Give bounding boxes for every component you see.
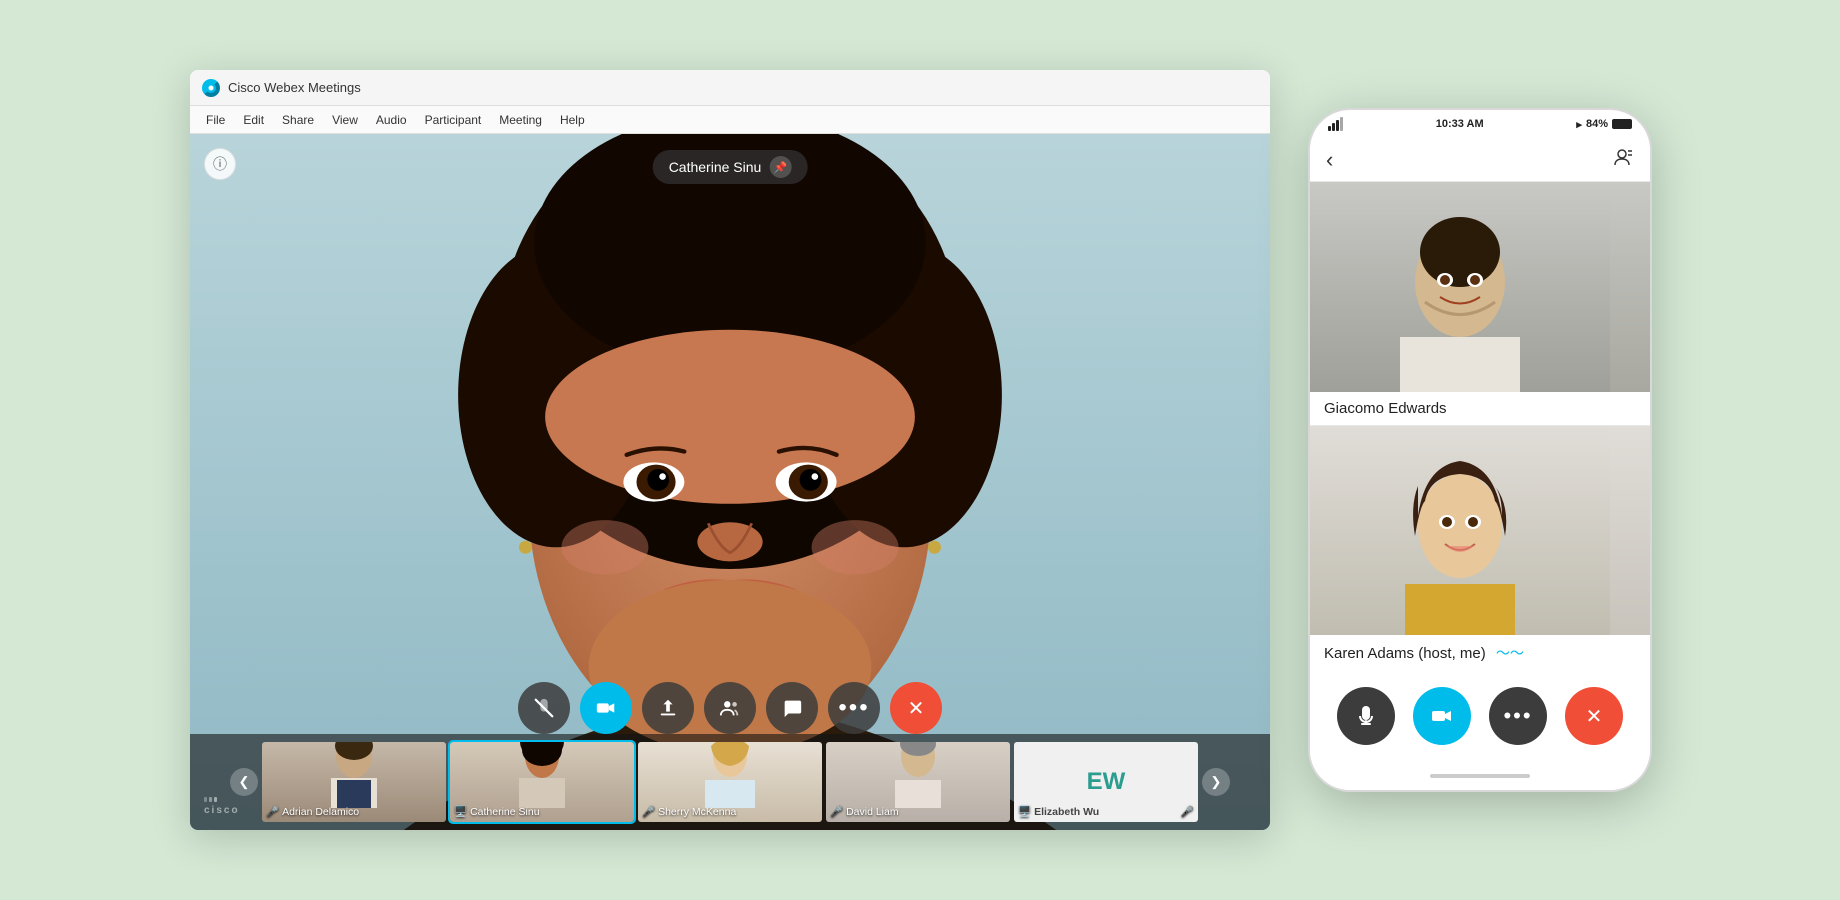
info-button[interactable]: ⓘ <box>204 148 236 180</box>
elizabeth-initials: EW <box>1087 768 1126 796</box>
phone-name-karen: Karen Adams (host, me) 〜〜 <box>1310 635 1650 671</box>
mute-button[interactable] <box>518 682 570 734</box>
battery-icon <box>1612 119 1632 129</box>
phone-content: Giacomo Edwards <box>1310 182 1650 762</box>
menu-view[interactable]: View <box>324 109 366 131</box>
phone-nav-bar: ‹ <box>1310 138 1650 182</box>
control-bar: ••• ✕ <box>518 682 942 734</box>
menu-file[interactable]: File <box>198 109 233 131</box>
phone-controls: ••• ✕ <box>1310 671 1650 761</box>
menu-edit[interactable]: Edit <box>235 109 272 131</box>
mic-icon-david: 🎤 <box>830 805 843 818</box>
video-button[interactable] <box>580 682 632 734</box>
svg-text:cisco: cisco <box>204 805 240 816</box>
mic-icon-adrian: 🎤 <box>266 805 279 818</box>
menu-bar: File Edit Share View Audio Participant M… <box>190 106 1270 134</box>
participant-name-elizabeth: 🖥️ Elizabeth Wu 🎤 <box>1018 805 1194 818</box>
participant-thumb-adrian[interactable]: 🎤 Adrian Delamico <box>262 742 446 822</box>
main-scene: Cisco Webex Meetings File Edit Share Vie… <box>190 70 1650 830</box>
phone-mute-button[interactable] <box>1337 687 1395 745</box>
meeting-area: ⓘ Catherine Sinu 📌 <box>190 134 1270 830</box>
phone-video-button[interactable] <box>1413 687 1471 745</box>
participants-strip: ❮ 🎤 Adrian Delamico <box>190 734 1270 830</box>
participant-thumb-david[interactable]: 🎤 David Liam <box>826 742 1010 822</box>
screen-icon-catherine: 🖥️ <box>454 805 467 818</box>
battery-level: 84% <box>1586 118 1608 130</box>
participant-thumb-sherry[interactable]: 🎤 Sherry McKenna <box>638 742 822 822</box>
end-call-button[interactable]: ✕ <box>890 682 942 734</box>
phone-end-button[interactable]: ✕ <box>1565 687 1623 745</box>
participant-name-david: 🎤 David Liam <box>830 805 1006 818</box>
status-time: 10:33 AM <box>1436 118 1484 130</box>
mobile-phone: 10:33 AM ▸ 84% ‹ <box>1310 110 1650 790</box>
menu-participant[interactable]: Participant <box>417 109 490 131</box>
participant-thumb-elizabeth[interactable]: EW 🖥️ Elizabeth Wu 🎤 <box>1014 742 1198 822</box>
status-right: ▸ 84% <box>1576 118 1632 131</box>
menu-audio[interactable]: Audio <box>368 109 415 131</box>
phone-video-karen <box>1310 425 1650 635</box>
participant-name-adrian: 🎤 Adrian Delamico <box>266 805 442 818</box>
mic-icon-sherry: 🎤 <box>642 805 655 818</box>
participant-thumb-catherine[interactable]: 🖥️ Catherine Sinu <box>450 742 634 822</box>
mic-muted-elizabeth: 🎤 <box>1181 805 1194 818</box>
phone-home-bar <box>1310 762 1650 790</box>
chat-button[interactable] <box>766 682 818 734</box>
speaker-name: Catherine Sinu <box>669 159 762 175</box>
app-title: Cisco Webex Meetings <box>228 80 361 95</box>
participant-name-sherry: 🎤 Sherry McKenna <box>642 805 818 818</box>
menu-meeting[interactable]: Meeting <box>491 109 550 131</box>
phone-name-giacomo: Giacomo Edwards <box>1310 392 1650 425</box>
participants-button[interactable] <box>704 682 756 734</box>
menu-help[interactable]: Help <box>552 109 593 131</box>
info-icon: ⓘ <box>213 154 227 174</box>
desktop-app: Cisco Webex Meetings File Edit Share Vie… <box>190 70 1270 830</box>
menu-share[interactable]: Share <box>274 109 322 131</box>
phone-status-bar: 10:33 AM ▸ 84% <box>1310 110 1650 138</box>
cisco-logo-icon <box>202 79 220 97</box>
strip-prev-button[interactable]: ❮ <box>230 768 258 796</box>
phone-frame: 10:33 AM ▸ 84% ‹ <box>1310 110 1650 790</box>
strip-next-button[interactable]: ❯ <box>1202 768 1230 796</box>
phone-more-button[interactable]: ••• <box>1489 687 1547 745</box>
signal-icon <box>1328 117 1343 131</box>
cisco-branding: cisco <box>204 797 254 822</box>
wifi-icon: ▸ <box>1576 118 1582 131</box>
screen-icon-elizabeth: 🖥️ <box>1018 805 1031 818</box>
phone-video-giacomo <box>1310 182 1650 392</box>
speaking-wave-icon: 〜〜 <box>1496 645 1524 661</box>
share-button[interactable] <box>642 682 694 734</box>
phone-back-button[interactable]: ‹ <box>1326 147 1333 173</box>
pin-icon[interactable]: 📌 <box>769 156 791 178</box>
title-bar: Cisco Webex Meetings <box>190 70 1270 106</box>
participant-name-catherine: 🖥️ Catherine Sinu <box>454 805 630 818</box>
speaker-label: Catherine Sinu 📌 <box>653 150 808 184</box>
phone-contact-list-icon[interactable] <box>1610 145 1634 175</box>
home-indicator <box>1430 774 1530 778</box>
more-button[interactable]: ••• <box>828 682 880 734</box>
